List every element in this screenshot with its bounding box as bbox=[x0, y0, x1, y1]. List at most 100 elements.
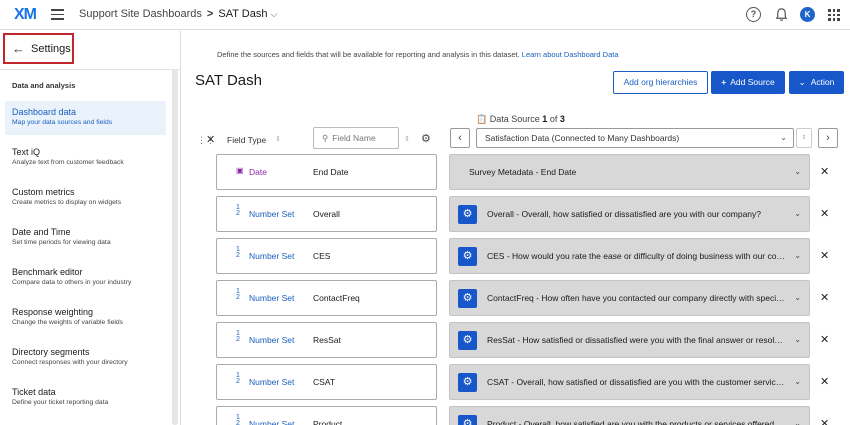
sidebar-item-desc: Define your ticket reporting data bbox=[12, 399, 109, 406]
sidebar-item-custom-metrics[interactable]: Custom metrics Create metrics to display… bbox=[5, 181, 166, 215]
sidebar-item-desc: Compare data to others in your industry bbox=[12, 279, 132, 286]
remove-row-icon[interactable]: ✕ bbox=[820, 249, 829, 262]
field-row[interactable]: 1 2 Number Set ContactFreq bbox=[216, 280, 437, 316]
apps-grid-icon[interactable] bbox=[828, 9, 840, 21]
sidebar-item-text-iq[interactable]: Text iQ Analyze text from customer feedb… bbox=[5, 141, 166, 175]
source-field-select[interactable]: ⚙ ContactFreq - How often have you contac… bbox=[449, 280, 810, 316]
field-name-value: End Date bbox=[313, 167, 349, 177]
remove-row-icon[interactable]: ✕ bbox=[820, 165, 829, 178]
chevron-down-icon: ⌄ bbox=[794, 377, 801, 386]
gear-icon[interactable]: ⚙ bbox=[458, 373, 477, 392]
bell-icon[interactable] bbox=[774, 7, 789, 22]
number-set-icon: 12 bbox=[236, 246, 240, 259]
field-row[interactable]: 1 2 Number Set ResSat bbox=[216, 322, 437, 358]
field-type-value: Number Set bbox=[249, 209, 295, 219]
chevron-down-icon: ⌄ bbox=[798, 77, 806, 87]
field-row[interactable]: 1 2 Number Set Overall bbox=[216, 196, 437, 232]
gear-icon[interactable]: ⚙ bbox=[458, 247, 477, 266]
field-name-value: ResSat bbox=[313, 335, 341, 345]
source-field-select[interactable]: ⚙ Product - Overall, how satisfied are yo… bbox=[449, 406, 810, 425]
hamburger-menu-icon[interactable] bbox=[51, 9, 64, 20]
breadcrumb-current[interactable]: SAT Dash bbox=[218, 8, 267, 20]
sort-icon[interactable]: ⇕ bbox=[275, 135, 281, 143]
chevron-down-icon: ⌄ bbox=[794, 167, 801, 176]
sort-icon[interactable]: ⇕ bbox=[404, 135, 410, 143]
settings-sidebar: ← Settings Data and analysis Dashboard d… bbox=[0, 31, 181, 425]
number-set-icon: 12 bbox=[236, 330, 240, 343]
sidebar-item-dashboard-data[interactable]: Dashboard data Map your data sources and… bbox=[5, 101, 166, 135]
sidebar-item-benchmark-editor[interactable]: Benchmark editor Compare data to others … bbox=[5, 261, 166, 295]
learn-more-link[interactable]: Learn about Dashboard Data bbox=[522, 50, 619, 59]
chevron-down-icon[interactable]: ⌵ bbox=[270, 9, 277, 20]
xm-logo[interactable]: XM bbox=[14, 6, 37, 24]
help-icon[interactable]: ? bbox=[746, 7, 761, 22]
source-field-text: CSAT - Overall, how satisfied or dissati… bbox=[487, 377, 787, 387]
number-set-icon: 12 bbox=[236, 204, 240, 217]
field-row[interactable]: 1 2 Number Set CES bbox=[216, 238, 437, 274]
sidebar-item-date-and-time[interactable]: Date and Time Set time periods for viewi… bbox=[5, 221, 166, 255]
top-bar: XM Support Site Dashboards > SAT Dash ⌵ ? K bbox=[0, 0, 850, 30]
source-field-select[interactable]: Survey Metadata - End Date ⌄ bbox=[449, 154, 810, 190]
data-source-select[interactable]: Satisfaction Data (Connected to Many Das… bbox=[476, 128, 794, 148]
divider bbox=[0, 69, 181, 70]
sidebar-item-title: Response weighting bbox=[12, 307, 94, 317]
number-set-icon: 12 bbox=[236, 288, 240, 301]
remove-row-icon[interactable]: ✕ bbox=[820, 375, 829, 388]
field-type-value: Date bbox=[249, 167, 267, 177]
settings-label: Settings bbox=[31, 42, 71, 55]
gear-icon[interactable]: ⚙ bbox=[458, 289, 477, 308]
field-name-placeholder: Field Name bbox=[332, 133, 376, 143]
chevron-down-icon: ⌄ bbox=[794, 209, 801, 218]
source-field-select[interactable]: ⚙ CES - How would you rate the ease or di… bbox=[449, 238, 810, 274]
previous-source-button[interactable]: ‹ bbox=[450, 128, 470, 148]
remove-row-icon[interactable]: ✕ bbox=[820, 291, 829, 304]
sidebar-item-directory-segments[interactable]: Directory segments Connect responses wit… bbox=[5, 341, 166, 375]
sidebar-scrollbar[interactable] bbox=[172, 69, 178, 425]
data-source-selected: Satisfaction Data (Connected to Many Das… bbox=[485, 133, 680, 143]
field-name-search-input[interactable]: ⚲ Field Name bbox=[313, 127, 399, 149]
field-row[interactable]: 1 2 Number Set Product bbox=[216, 406, 437, 425]
data-source-total: 3 bbox=[559, 114, 565, 124]
remove-row-icon[interactable]: ✕ bbox=[820, 333, 829, 346]
sidebar-item-response-weighting[interactable]: Response weighting Change the weights of… bbox=[5, 301, 166, 335]
source-field-select[interactable]: ⚙ Overall - Overall, how satisfied or dis… bbox=[449, 196, 810, 232]
source-field-text: Overall - Overall, how satisfied or diss… bbox=[487, 209, 762, 219]
field-row[interactable]: 1 2 Number Set CSAT bbox=[216, 364, 437, 400]
field-type-value: Number Set bbox=[249, 419, 295, 425]
chevron-down-icon: ⌄ bbox=[794, 335, 801, 344]
source-field-select[interactable]: ⚙ ResSat - How satisfied or dissatisfied … bbox=[449, 322, 810, 358]
gear-icon[interactable]: ⚙ bbox=[458, 415, 477, 425]
next-source-button[interactable]: › bbox=[818, 128, 838, 148]
spinner-icon[interactable]: ⇕ bbox=[796, 128, 812, 148]
gear-icon[interactable]: ⚙ bbox=[421, 132, 431, 145]
settings-back-button[interactable]: ← Settings bbox=[3, 33, 74, 64]
add-org-hierarchies-button[interactable]: Add org hierarchies bbox=[613, 71, 708, 94]
breadcrumb-parent[interactable]: Support Site Dashboards bbox=[79, 8, 202, 20]
main-content: Define the sources and fields that will … bbox=[182, 31, 850, 425]
remove-row-icon[interactable]: ✕ bbox=[820, 417, 829, 425]
close-icon[interactable]: ✕ bbox=[206, 133, 215, 146]
field-name-value: CES bbox=[313, 251, 331, 261]
add-source-label: Add Source bbox=[730, 77, 775, 87]
field-type-header[interactable]: Field Type bbox=[227, 135, 266, 145]
number-set-icon: 12 bbox=[236, 414, 240, 425]
sidebar-item-desc: Analyze text from customer feedback bbox=[12, 159, 124, 166]
field-type-value: Number Set bbox=[249, 293, 295, 303]
gear-icon[interactable]: ⚙ bbox=[458, 205, 477, 224]
sidebar-item-ticket-data[interactable]: Ticket data Define your ticket reporting… bbox=[5, 381, 166, 415]
remove-row-icon[interactable]: ✕ bbox=[820, 207, 829, 220]
clipboard-icon: 📋 bbox=[476, 114, 488, 124]
avatar[interactable]: K bbox=[800, 7, 815, 22]
chevron-down-icon: ⌄ bbox=[794, 251, 801, 260]
plus-icon: + bbox=[721, 77, 727, 87]
gear-icon[interactable]: ⚙ bbox=[458, 331, 477, 350]
field-name-value: Overall bbox=[313, 209, 340, 219]
field-row[interactable]: ▣ Date End Date bbox=[216, 154, 437, 190]
data-source-current: 1 bbox=[542, 114, 548, 124]
sidebar-item-title: Date and Time bbox=[12, 227, 71, 237]
source-field-select[interactable]: ⚙ CSAT - Overall, how satisfied or dissat… bbox=[449, 364, 810, 400]
add-source-button[interactable]: + Add Source bbox=[711, 71, 785, 94]
chevron-down-icon: ⌄ bbox=[780, 133, 787, 142]
intro-text: Define the sources and fields that will … bbox=[217, 50, 619, 59]
action-button[interactable]: ⌄ Action bbox=[789, 71, 844, 94]
